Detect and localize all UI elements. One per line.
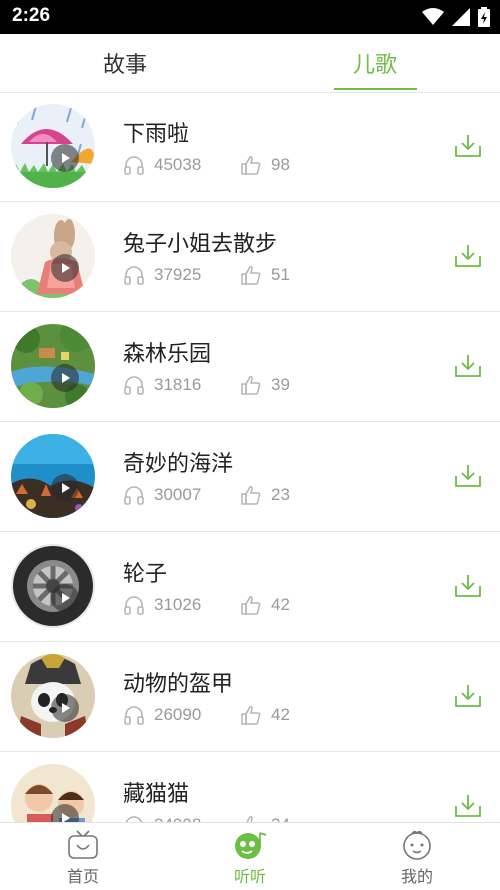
- play-icon[interactable]: [51, 584, 79, 612]
- thumbs-up-icon[interactable]: [240, 154, 262, 176]
- song-thumbnail[interactable]: [11, 544, 95, 628]
- signal-icon: [452, 8, 470, 26]
- play-icon[interactable]: [51, 694, 79, 722]
- listen-count: 31816: [154, 375, 202, 394]
- status-icons: [422, 6, 490, 28]
- listen-count: 37925: [154, 265, 202, 284]
- thumbs-up-icon[interactable]: [240, 374, 262, 396]
- like-count: 34: [271, 815, 290, 822]
- tab-songs[interactable]: 儿歌: [250, 34, 500, 92]
- download-icon[interactable]: [454, 352, 482, 380]
- nav-listen-label: 听听: [233, 867, 266, 886]
- list-item[interactable]: 动物的盔甲 26090 42: [0, 642, 500, 752]
- song-title: 森林乐园: [123, 342, 212, 367]
- headphones-icon: [124, 156, 144, 175]
- song-thumbnail[interactable]: [11, 324, 95, 408]
- download-icon[interactable]: [454, 462, 482, 490]
- song-stats: 37925 51: [123, 264, 290, 286]
- listen-count: 31026: [154, 595, 202, 614]
- song-list[interactable]: 下雨啦 45038 98 兔子小姐去散步 37925 51 森林乐园 31816…: [0, 92, 500, 822]
- song-stats: 31816 39: [123, 374, 290, 396]
- like-count: 51: [271, 265, 290, 284]
- song-thumbnail[interactable]: [11, 434, 95, 518]
- song-thumbnail[interactable]: [11, 214, 95, 298]
- like-count: 42: [271, 595, 290, 614]
- thumbs-up-icon[interactable]: [240, 814, 262, 822]
- headphones-icon: [124, 486, 144, 505]
- listen-count: 30007: [154, 485, 202, 504]
- nav-profile[interactable]: 我的: [334, 823, 500, 890]
- song-stats: 31026 42: [123, 594, 290, 616]
- download-icon[interactable]: [454, 572, 482, 600]
- download-icon[interactable]: [454, 132, 482, 160]
- baby-face-icon: [403, 830, 431, 860]
- song-thumbnail[interactable]: [11, 104, 95, 188]
- list-item[interactable]: 下雨啦 45038 98: [0, 92, 500, 202]
- nav-home[interactable]: 首页: [0, 823, 166, 890]
- status-time: 2:26: [12, 5, 51, 26]
- battery-icon: [478, 7, 490, 27]
- list-item[interactable]: 藏猫猫 24998 34: [0, 752, 500, 822]
- song-stats: 26090 42: [123, 704, 290, 726]
- song-title: 动物的盔甲: [123, 672, 234, 697]
- list-item[interactable]: 森林乐园 31816 39: [0, 312, 500, 422]
- headphones-icon: [124, 596, 144, 615]
- listen-count: 45038: [154, 155, 202, 174]
- song-thumbnail[interactable]: [11, 654, 95, 738]
- nav-listen[interactable]: 听听: [167, 823, 333, 890]
- song-stats: 30007 23: [123, 484, 290, 506]
- like-count: 23: [271, 485, 290, 504]
- thumbs-up-icon[interactable]: [240, 484, 262, 506]
- headphones-icon: [124, 376, 144, 395]
- song-title: 下雨啦: [123, 122, 190, 147]
- nav-profile-label: 我的: [400, 867, 433, 886]
- tv-icon: [68, 830, 98, 859]
- active-tab-indicator: [334, 88, 417, 90]
- like-count: 98: [271, 155, 290, 174]
- list-item[interactable]: 奇妙的海洋 30007 23: [0, 422, 500, 532]
- song-title: 轮子: [123, 562, 168, 587]
- song-title: 兔子小姐去散步: [123, 232, 278, 257]
- song-title: 奇妙的海洋: [123, 452, 234, 477]
- play-icon[interactable]: [51, 144, 79, 172]
- wifi-icon: [422, 8, 444, 25]
- list-item[interactable]: 兔子小姐去散步 37925 51: [0, 202, 500, 312]
- music-icon: [235, 832, 267, 859]
- play-icon[interactable]: [51, 254, 79, 282]
- thumbs-up-icon[interactable]: [240, 594, 262, 616]
- like-count: 42: [271, 705, 290, 724]
- download-icon[interactable]: [454, 242, 482, 270]
- listen-count: 26090: [154, 705, 202, 724]
- play-icon[interactable]: [51, 474, 79, 502]
- download-icon[interactable]: [454, 792, 482, 820]
- headphones-icon: [124, 706, 144, 725]
- nav-home-label: 首页: [66, 867, 99, 886]
- song-title: 藏猫猫: [123, 782, 190, 807]
- headphones-icon: [125, 816, 143, 822]
- list-item[interactable]: 轮子 31026 42: [0, 532, 500, 642]
- tab-stories[interactable]: 故事: [0, 34, 250, 92]
- like-count: 39: [271, 375, 290, 394]
- status-bar: 2:26: [0, 0, 500, 34]
- thumbs-up-icon[interactable]: [240, 704, 262, 726]
- listen-count: 24998: [154, 815, 201, 822]
- thumbs-up-icon[interactable]: [240, 264, 262, 286]
- song-thumbnail[interactable]: [11, 764, 95, 822]
- category-tabs: 故事 儿歌: [0, 34, 500, 93]
- headphones-icon: [124, 266, 144, 285]
- play-icon[interactable]: [51, 364, 79, 392]
- song-stats: 24998 34: [123, 814, 290, 822]
- bottom-nav: 首页 听听 我的: [0, 822, 500, 890]
- download-icon[interactable]: [454, 682, 482, 710]
- song-stats: 45038 98: [123, 154, 290, 176]
